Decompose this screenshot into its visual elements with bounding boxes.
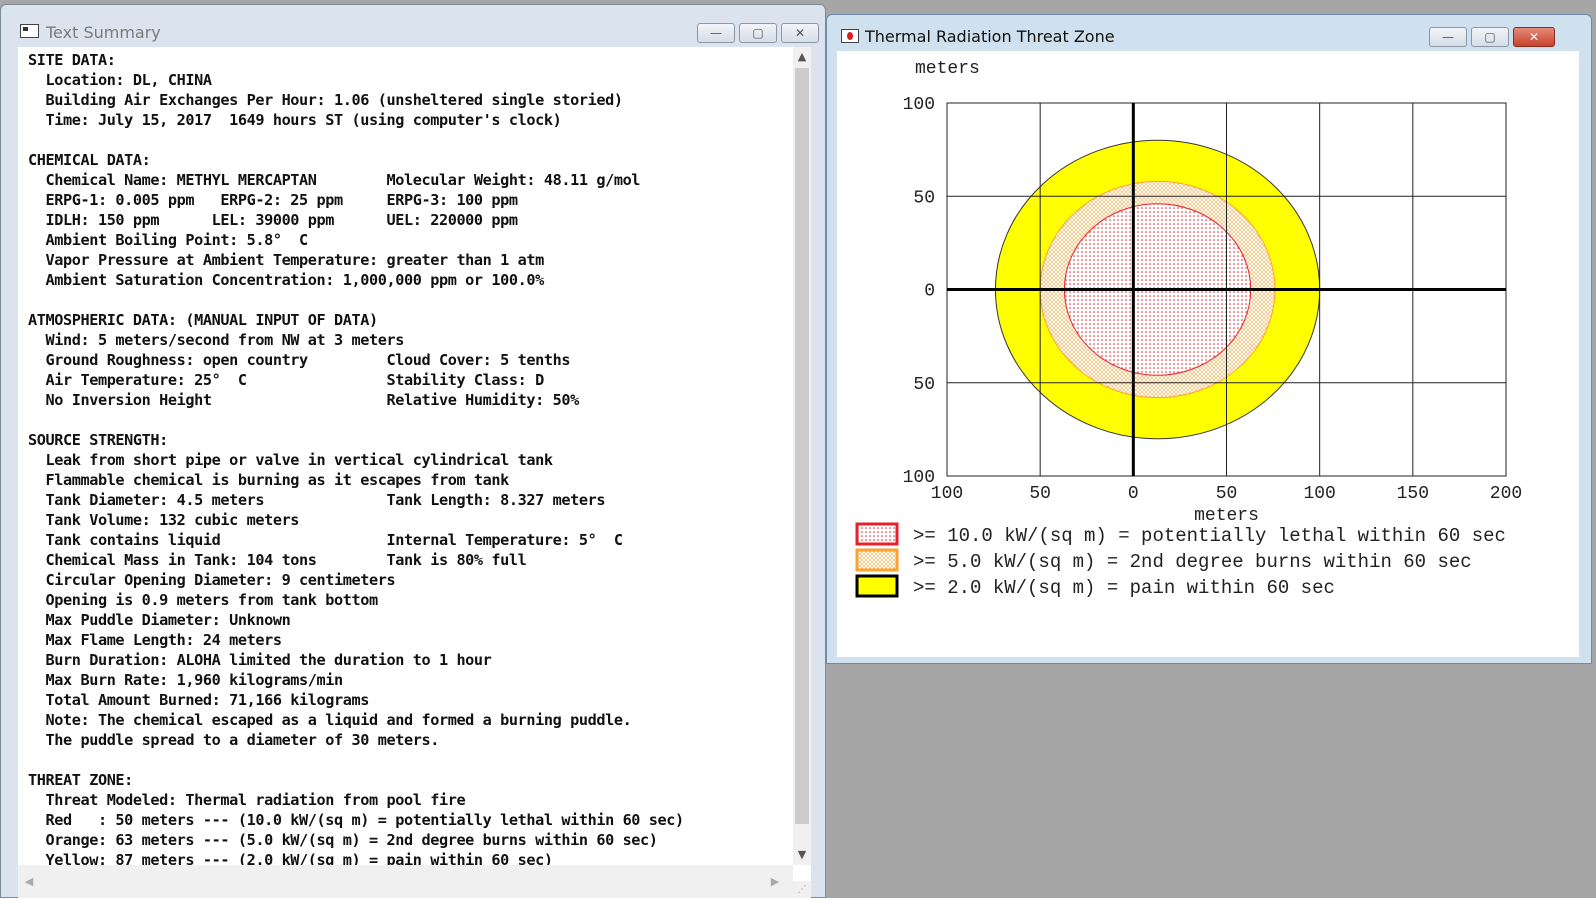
summary-line: Time: July 15, 2017 1649 hours ST (using… xyxy=(28,111,562,129)
vertical-scrollbar[interactable]: ▲ ▼ xyxy=(793,47,811,865)
summary-line: ERPG-1: 0.005 ppm ERPG-2: 25 ppm ERPG-3:… xyxy=(28,191,518,209)
scroll-right-icon[interactable]: ▶ xyxy=(766,873,784,891)
summary-line: SOURCE STRENGTH: xyxy=(28,431,168,449)
y-tick-label: 50 xyxy=(913,375,935,395)
y-tick-label: 100 xyxy=(903,95,935,115)
summary-line: CHEMICAL DATA: xyxy=(28,151,151,169)
y-tick-label: 50 xyxy=(913,188,935,208)
summary-window-title: Text Summary xyxy=(46,23,161,42)
summary-line: Opening is 0.9 meters from tank bottom xyxy=(28,591,378,609)
grid-layer xyxy=(946,102,1507,477)
summary-line: Burn Duration: ALOHA limited the duratio… xyxy=(28,651,492,669)
legend-swatch-orange xyxy=(855,548,899,572)
close-button[interactable]: ✕ xyxy=(1513,27,1555,47)
x-tick-label: 50 xyxy=(1029,484,1051,504)
x-tick-label: 100 xyxy=(931,484,963,504)
scroll-thumb[interactable] xyxy=(795,68,809,824)
y-axis-unit-label: meters xyxy=(915,59,980,79)
flame-icon xyxy=(841,29,859,43)
summary-line: Location: DL, CHINA xyxy=(28,71,212,89)
scroll-down-icon[interactable]: ▼ xyxy=(793,845,811,865)
summary-line: Ambient Boiling Point: 5.8° C xyxy=(28,231,308,249)
summary-line xyxy=(28,750,803,770)
y-tick-label: 0 xyxy=(924,282,935,302)
summary-line: Building Air Exchanges Per Hour: 1.06 (u… xyxy=(28,91,623,109)
summary-line: Orange: 63 meters --- (5.0 kW/(sq m) = 2… xyxy=(28,831,658,849)
x-tick-label: 100 xyxy=(1303,484,1335,504)
legend-layer: >= 10.0 kW/(sq m) = potentially lethal w… xyxy=(855,522,1506,599)
scroll-up-icon[interactable]: ▲ xyxy=(793,47,811,67)
threat-zone-window[interactable]: Thermal Radiation Threat Zone — ▢ ✕ 100 5… xyxy=(826,14,1592,664)
summary-line: Threat Modeled: Thermal radiation from p… xyxy=(28,791,466,809)
summary-line: ATMOSPHERIC DATA: (MANUAL INPUT OF DATA) xyxy=(28,311,378,329)
summary-line xyxy=(28,130,803,150)
text-summary-window[interactable]: Text Summary — ▢ ✕ SITE DATA: Location: … xyxy=(0,4,826,898)
summary-line: Red : 50 meters --- (10.0 kW/(sq m) = po… xyxy=(28,811,684,829)
threat-zone-plot-area: 100 50 0 50 100 150 200 100 50 0 50 100 meters meters… xyxy=(837,51,1579,657)
summary-line: Circular Opening Diameter: 9 centimeters xyxy=(28,571,396,589)
summary-line: Air Temperature: 25° C Stability Class: … xyxy=(28,371,544,389)
summary-titlebar[interactable]: Text Summary — ▢ ✕ xyxy=(1,5,825,47)
summary-text: SITE DATA: Location: DL, CHINA Building … xyxy=(28,50,803,870)
summary-line: Flammable chemical is burning as it esca… xyxy=(28,471,509,489)
close-button[interactable]: ✕ xyxy=(781,23,819,43)
legend-label-orange: >= 5.0 kW/(sq m) = 2nd degree burns with… xyxy=(913,551,1472,573)
y-tick-label: 100 xyxy=(903,468,935,488)
summary-line: IDLH: 150 ppm LEL: 39000 ppm UEL: 220000… xyxy=(28,211,518,229)
maximize-button[interactable]: ▢ xyxy=(1471,27,1509,47)
summary-text-area[interactable]: SITE DATA: Location: DL, CHINA Building … xyxy=(18,47,811,898)
horizontal-scrollbar[interactable]: ◀ ▶ xyxy=(18,865,793,898)
summary-line: Chemical Name: METHYL MERCAPTAN Molecula… xyxy=(28,171,641,189)
summary-line xyxy=(28,410,803,430)
summary-line xyxy=(28,290,803,310)
summary-line: Tank contains liquid Internal Temperatur… xyxy=(28,531,623,549)
summary-line: Note: The chemical escaped as a liquid a… xyxy=(28,711,632,729)
minimize-button[interactable]: — xyxy=(697,23,735,43)
x-tick-label: 200 xyxy=(1490,484,1522,504)
resize-grip-icon[interactable]: ⋰ xyxy=(793,881,811,898)
summary-line: Max Puddle Diameter: Unknown xyxy=(28,611,291,629)
document-icon xyxy=(20,24,39,38)
summary-line: Max Flame Length: 24 meters xyxy=(28,631,282,649)
summary-line: Wind: 5 meters/second from NW at 3 meter… xyxy=(28,331,404,349)
summary-line: Tank Diameter: 4.5 meters Tank Length: 8… xyxy=(28,491,606,509)
legend-label-yellow: >= 2.0 kW/(sq m) = pain within 60 sec xyxy=(913,577,1335,599)
maximize-button[interactable]: ▢ xyxy=(739,23,777,43)
summary-line: Tank Volume: 132 cubic meters xyxy=(28,511,300,529)
summary-line: The puddle spread to a diameter of 30 me… xyxy=(28,731,439,749)
summary-line: No Inversion Height Relative Humidity: 5… xyxy=(28,391,579,409)
legend-label-red: >= 10.0 kW/(sq m) = potentially lethal w… xyxy=(913,525,1506,547)
summary-line: Ground Roughness: open country Cloud Cov… xyxy=(28,351,571,369)
summary-line: Max Burn Rate: 1,960 kilograms/min xyxy=(28,671,343,689)
x-tick-label: 150 xyxy=(1397,484,1429,504)
summary-line: Leak from short pipe or valve in vertica… xyxy=(28,451,553,469)
summary-line: Chemical Mass in Tank: 104 tons Tank is … xyxy=(28,551,527,569)
summary-line: Total Amount Burned: 71,166 kilograms xyxy=(28,691,370,709)
scroll-left-icon[interactable]: ◀ xyxy=(20,873,38,891)
summary-line: THREAT ZONE: xyxy=(28,771,133,789)
x-tick-label: 50 xyxy=(1216,484,1238,504)
minimize-button[interactable]: — xyxy=(1429,27,1467,47)
legend-swatch-yellow xyxy=(855,574,899,598)
summary-line: Vapor Pressure at Ambient Temperature: g… xyxy=(28,251,544,269)
threat-zone-plot: 100 50 0 50 100 150 200 100 50 0 50 100 meters meters… xyxy=(855,59,1522,599)
legend-swatch-red xyxy=(855,522,899,546)
x-tick-label: 0 xyxy=(1128,484,1139,504)
summary-line: SITE DATA: xyxy=(28,51,116,69)
summary-line: Ambient Saturation Concentration: 1,000,… xyxy=(28,271,544,289)
threat-window-title: Thermal Radiation Threat Zone xyxy=(865,27,1115,46)
x-axis-unit-label: meters xyxy=(1194,506,1259,526)
